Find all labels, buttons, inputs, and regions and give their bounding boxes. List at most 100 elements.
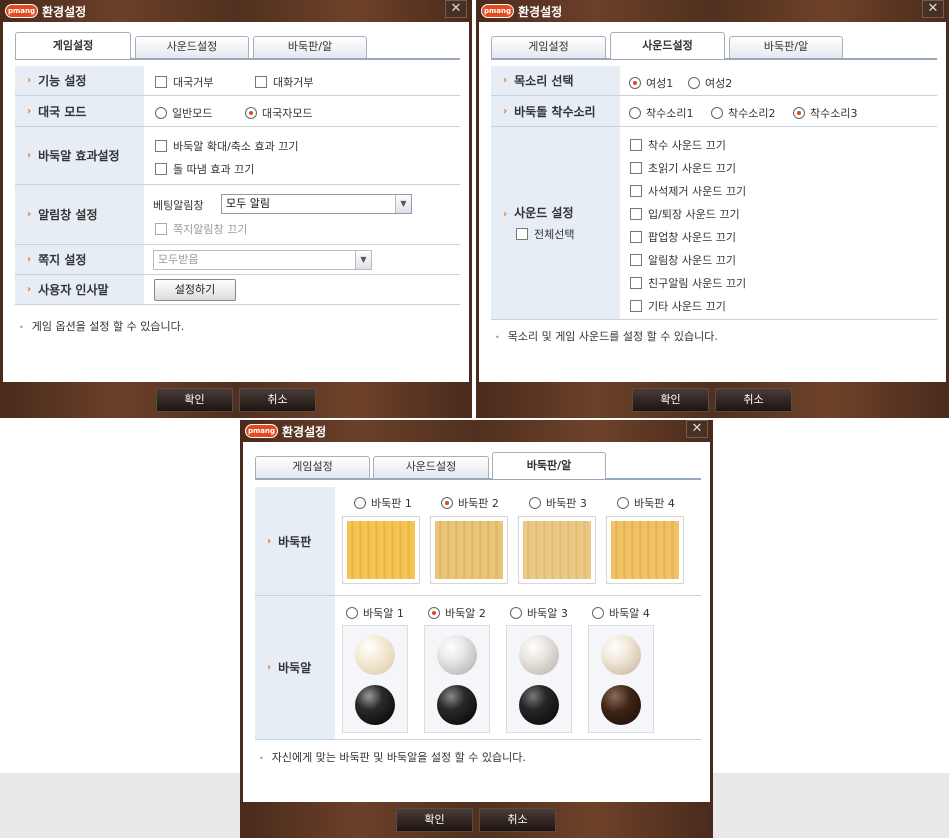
board4-radio[interactable]: 바둑판 4 [617,495,675,511]
row-feature: › 기능 설정 대국거부 대화거부 [15,66,460,96]
checkbox-icon [630,139,642,151]
board3-preview[interactable] [518,516,596,584]
wood-texture-image [611,521,679,579]
sound-toggle-checkbox[interactable]: 사석제거 사운드 끄기 [630,183,746,199]
stone-sound3-radio[interactable]: 착수소리3 [793,105,857,121]
stone4-radio[interactable]: 바둑알 4 [592,605,650,621]
option-label: 기타 사운드 끄기 [648,300,726,313]
checkbox-icon [155,76,167,88]
tab-board-stone[interactable]: 바둑판/알 [492,452,606,479]
greeting-setup-button[interactable]: 설정하기 [154,279,236,301]
board1-preview[interactable] [342,516,420,584]
tab-game-settings[interactable]: 게임설정 [255,456,370,478]
cancel-button[interactable]: 취소 [239,388,316,412]
row-match-mode: › 대국 모드 일반모드 대국자모드 [15,96,460,127]
stone1-radio[interactable]: 바둑알 1 [346,605,404,621]
white-stone-icon [355,635,395,675]
confirm-button[interactable]: 확인 [396,808,473,832]
betting-notify-label: 베팅알림창 [153,199,204,212]
board4-preview[interactable] [606,516,684,584]
title-bar[interactable]: pmang 환경설정 ✕ [0,0,472,22]
sound-toggle-checkbox[interactable]: 팝업창 사운드 끄기 [630,229,736,245]
tab-bar: 게임설정 사운드설정 바둑판/알 [15,32,460,59]
radio-selected-icon [793,107,805,119]
tab-board-stone[interactable]: 바둑판/알 [729,36,843,58]
stone3-preview[interactable] [506,625,572,733]
board2-radio[interactable]: 바둑판 2 [441,495,499,511]
select-all-checkbox[interactable]: 전체선택 [516,226,574,242]
settings-dialog-sound: pmang 환경설정 ✕ 게임설정 사운드설정 바둑판/알 › 목소리 선택 여성… [476,0,949,418]
sound-toggle-checkbox[interactable]: 착수 사운드 끄기 [630,137,726,153]
sound-toggle-checkbox[interactable]: 친구알림 사운드 끄기 [630,275,746,291]
radio-icon [592,607,604,619]
title-bar[interactable]: pmang 환경설정 ✕ [240,420,713,442]
cancel-button[interactable]: 취소 [479,808,556,832]
tab-sound-settings[interactable]: 사운드설정 [135,36,249,58]
sound-toggle-checkbox[interactable]: 초읽기 사운드 끄기 [630,160,736,176]
close-icon[interactable]: ✕ [686,420,708,438]
sound-toggle-checkbox[interactable]: 기타 사운드 끄기 [630,298,726,314]
note-select[interactable]: 모두받음 ▼ [153,250,372,270]
tab-board-stone[interactable]: 바둑판/알 [253,36,367,58]
row-label-text: 목소리 선택 [514,74,574,88]
row-stone-effect: › 바둑알 효과설정 바둑알 확대/축소 효과 끄기 돌 따냄 효과 끄기 [15,127,460,185]
option-label: 전체선택 [534,228,575,241]
stone2-radio[interactable]: 바둑알 2 [428,605,486,621]
stone-sound1-radio[interactable]: 착수소리1 [629,105,693,121]
title-bar[interactable]: pmang 환경설정 ✕ [476,0,949,22]
stone4-preview[interactable] [588,625,654,733]
footer-note: • 자신에게 맞는 바둑판 및 바둑알을 설정 할 수 있습니다. [259,751,526,764]
close-icon[interactable]: ✕ [445,0,467,18]
settings-dialog-board: pmang 환경설정 ✕ 게임설정 사운드설정 바둑판/알 › 바둑판 바둑판 1… [240,420,713,838]
cancel-button[interactable]: 취소 [715,388,792,412]
sound-toggle-checkbox[interactable]: 알림창 사운드 끄기 [630,252,736,268]
option-label: 여성1 [646,77,674,90]
betting-notify-select[interactable]: 모두 알림 ▼ [221,194,412,214]
radio-icon [617,497,629,509]
option-label: 바둑알 1 [363,607,404,620]
confirm-button[interactable]: 확인 [632,388,709,412]
board1-radio[interactable]: 바둑판 1 [354,495,412,511]
radio-selected-icon [245,107,257,119]
board3-radio[interactable]: 바둑판 3 [529,495,587,511]
chevron-down-icon[interactable]: ▼ [395,195,411,213]
row-voice: › 목소리 선택 여성1 여성2 [491,66,937,96]
tab-sound-settings[interactable]: 사운드설정 [373,456,489,478]
note-notify-checkbox[interactable]: 쪽지알림창 끄기 [155,221,247,237]
stone2-preview[interactable] [424,625,490,733]
pmang-logo: pmang [481,4,514,18]
decline-match-checkbox[interactable]: 대국거부 [155,74,213,90]
voice-female2-radio[interactable]: 여성2 [688,75,732,91]
dialog-body: 게임설정 사운드설정 바둑판/알 › 목소리 선택 여성1 여성2 › 바둑돌 착수… [479,22,946,382]
stone3-radio[interactable]: 바둑알 3 [510,605,568,621]
stone-sound2-radio[interactable]: 착수소리2 [711,105,775,121]
wood-texture-image [523,521,591,579]
decline-chat-checkbox[interactable]: 대화거부 [255,74,313,90]
normal-mode-radio[interactable]: 일반모드 [155,105,212,121]
close-icon[interactable]: ✕ [922,0,944,18]
dialog-title: 환경설정 [518,5,563,19]
chevron-down-icon[interactable]: ▼ [355,251,371,269]
footer-note: • 목소리 및 게임 사운드를 설정 할 수 있습니다. [495,330,718,343]
sound-toggle-checkbox[interactable]: 입/퇴장 사운드 끄기 [630,206,740,222]
tab-game-settings[interactable]: 게임설정 [491,36,606,58]
zoom-effect-checkbox[interactable]: 바둑알 확대/축소 효과 끄기 [155,138,299,154]
checkbox-icon [516,228,528,240]
black-stone-icon [601,685,641,725]
radio-selected-icon [629,77,641,89]
board2-preview[interactable] [430,516,508,584]
player-mode-radio[interactable]: 대국자모드 [245,105,313,121]
tab-sound-settings[interactable]: 사운드설정 [610,32,725,59]
confirm-button[interactable]: 확인 [156,388,233,412]
chevron-right-icon: › [27,284,32,295]
row-label: › 대국 모드 [15,96,144,126]
capture-effect-checkbox[interactable]: 돌 따냄 효과 끄기 [155,161,254,177]
row-greeting: › 사용자 인사말 설정하기 [15,275,460,305]
row-label-text: 바둑판 [278,534,312,549]
voice-female1-radio[interactable]: 여성1 [629,75,673,91]
stone1-preview[interactable] [342,625,408,733]
checkbox-icon [155,223,167,235]
option-label: 입/퇴장 사운드 끄기 [648,208,740,221]
tab-game-settings[interactable]: 게임설정 [15,32,131,59]
tab-underline [255,478,701,480]
